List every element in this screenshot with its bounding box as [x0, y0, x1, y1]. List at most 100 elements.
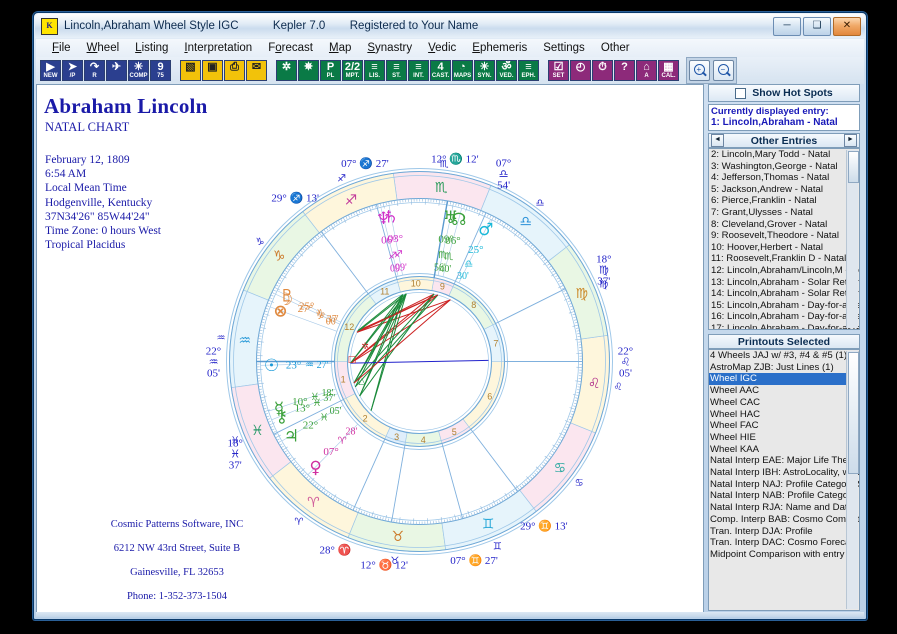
other-entry-item[interactable]: 4: Jefferson,Thomas - Natal [709, 172, 859, 184]
minimize-button[interactable]: ─ [773, 17, 801, 36]
chart-pane[interactable]: Abraham Lincoln NATAL CHART February 12,… [36, 84, 704, 613]
other-entry-item[interactable]: 17: Lincoln,Abraham - Day-for-a-Yea [709, 323, 859, 330]
other-entry-item[interactable]: 3: Washington,George - Natal [709, 161, 859, 173]
menu-item-file[interactable]: File [44, 41, 79, 55]
print-button[interactable]: ⎙ [224, 60, 245, 81]
close-button[interactable]: ✕ [833, 17, 861, 36]
other-entries-next-icon[interactable]: ► [844, 134, 857, 147]
wheel-alt-button[interactable]: ✵ [298, 60, 319, 81]
menu-item-listing[interactable]: Listing [127, 41, 176, 55]
menu-item-synastry[interactable]: Synastry [359, 41, 420, 55]
hot-spots-checkbox[interactable] [735, 88, 746, 99]
email-button[interactable]: ✉ [246, 60, 267, 81]
synastry-button[interactable]: ✳SYN. [474, 60, 495, 81]
numbers-button[interactable]: 975 [150, 60, 171, 81]
listing-button[interactable]: ≡LIS. [364, 60, 385, 81]
menu-item-vedic[interactable]: Vedic [420, 41, 464, 55]
other-entry-item[interactable]: 6: Pierce,Franklin - Natal [709, 195, 859, 207]
wheel-button[interactable]: ✲ [276, 60, 297, 81]
clock-button[interactable]: ◴ [570, 60, 591, 81]
new-chart-button[interactable]: ▶NEW [40, 60, 61, 81]
printouts-list[interactable]: 4 Wheels JAJ w/ #3, #4 & #5 (1) A4AstroM… [708, 349, 860, 611]
interpret-button[interactable]: ≡INT. [408, 60, 429, 81]
forecast-button[interactable]: 4CAST. [430, 60, 451, 81]
menu-item-settings[interactable]: Settings [535, 41, 593, 55]
scrollbar-thumb[interactable] [848, 352, 859, 474]
planet-degree: 25° [468, 244, 483, 256]
printout-item[interactable]: Wheel HIE [709, 432, 859, 444]
other-entries-prev-icon[interactable]: ◄ [711, 134, 724, 147]
other-entry-item[interactable]: 9: Roosevelt,Theodore - Natal [709, 230, 859, 242]
house-number: 4 [421, 435, 426, 445]
save-button[interactable]: ▣ [202, 60, 223, 81]
show-hot-spots-button[interactable]: Show Hot Spots [708, 84, 860, 102]
other-entry-item[interactable]: 14: Lincoln,Abraham - Solar Return [709, 288, 859, 300]
other-entry-item[interactable]: 16: Lincoln,Abraham - Day-for-a-Yea [709, 311, 859, 323]
calendar-button[interactable]: ▦CAL. [658, 60, 679, 81]
other-entry-item[interactable]: 12: Lincoln,Abraham/Lincoln,M - Co [709, 265, 859, 277]
menu-item-ephemeris[interactable]: Ephemeris [464, 41, 535, 55]
printout-item[interactable]: Wheel IGC [709, 373, 859, 385]
house-cusp-line [321, 232, 368, 294]
house-cusp-line [471, 429, 518, 491]
planet-degree: 25° [299, 300, 314, 312]
house-number: 10 [411, 278, 421, 288]
zodiac-sign-glyph: ♋ [554, 461, 567, 477]
printout-item[interactable]: Natal Interp NAJ: Profile Category S [709, 479, 859, 491]
other-entry-item[interactable]: 8: Cleveland,Grover - Natal [709, 219, 859, 231]
strength-button[interactable]: ≡ST. [386, 60, 407, 81]
printout-item[interactable]: Midpoint Comparison with entry 2 [709, 549, 859, 561]
other-entry-item[interactable]: 10: Hoover,Herbert - Natal [709, 242, 859, 254]
house-number: 2 [363, 413, 368, 423]
other-entry-item[interactable]: 13: Lincoln,Abraham - Solar Return [709, 277, 859, 289]
other-entry-item[interactable]: 7: Grant,Ulysses - Natal [709, 207, 859, 219]
composite-button[interactable]: ✳COMP [128, 60, 149, 81]
zoom-out-icon[interactable]: − [713, 60, 734, 81]
midpoint-button[interactable]: 2/2MPT. [342, 60, 363, 81]
progression-button[interactable]: ➤/P [62, 60, 83, 81]
printout-item[interactable]: Wheel HAC [709, 409, 859, 421]
copy-button[interactable]: ▧ [180, 60, 201, 81]
other-entry-item[interactable]: 2: Lincoln,Mary Todd - Natal [709, 149, 859, 161]
time-chart-button[interactable]: ⏱ [592, 60, 613, 81]
other-entry-item[interactable]: 15: Lincoln,Abraham - Day-for-a-Yea [709, 300, 859, 312]
printouts-scrollbar[interactable] [846, 351, 858, 609]
menu-item-forecast[interactable]: Forecast [260, 41, 321, 55]
printout-item[interactable]: Wheel FAC [709, 420, 859, 432]
menu-item-wheel[interactable]: Wheel [79, 41, 128, 55]
printout-item[interactable]: AstroMap ZJB: Just Lines (1) [709, 362, 859, 374]
atlas-button[interactable]: ⌂A [636, 60, 657, 81]
printout-item[interactable]: Wheel KAA [709, 444, 859, 456]
printout-item[interactable]: Natal Interp IBH: AstroLocality, with [709, 467, 859, 479]
maximize-button[interactable]: ❑ [803, 17, 831, 36]
printout-item[interactable]: Comp. Interp BAB: Cosmo Compatib [709, 514, 859, 526]
maps-button[interactable]: ◔MAPS [452, 60, 473, 81]
plot-button[interactable]: PPL [320, 60, 341, 81]
printout-item[interactable]: Wheel CAC [709, 397, 859, 409]
printout-item[interactable]: Tran. Interp DAC: Cosmo Forecast [709, 537, 859, 549]
vedic-button[interactable]: ॐVED. [496, 60, 517, 81]
printout-item[interactable]: Natal Interp NAB: Profile Category S [709, 490, 859, 502]
astrology-wheel[interactable]: △□✲ 123456789101112 ♈♈♉♉♊♊♋♋♌♌♍♍♎♎♏♏♐♐♑♑… [202, 144, 637, 579]
other-entries-scrollbar[interactable] [846, 150, 858, 328]
return-button[interactable]: ↷R [84, 60, 105, 81]
settings-button[interactable]: ☑SET [548, 60, 569, 81]
cusp-degree-label: 07° ♊ 27' [450, 554, 498, 567]
other-entries-list[interactable]: 2: Lincoln,Mary Todd - Natal3: Washingto… [708, 148, 860, 330]
printout-item[interactable]: Natal Interp EAE: Major Life Themes [709, 455, 859, 467]
other-entry-item[interactable]: 5: Jackson,Andrew - Natal [709, 184, 859, 196]
ephemeris-button[interactable]: ≡EPH. [518, 60, 539, 81]
menu-item-interpretation[interactable]: Interpretation [176, 41, 260, 55]
menu-item-other[interactable]: Other [593, 41, 638, 55]
printout-item[interactable]: 4 Wheels JAJ w/ #3, #4 & #5 (1) A4 [709, 350, 859, 362]
zoom-in-icon[interactable]: + [689, 60, 710, 81]
transit-button[interactable]: ✈ [106, 60, 127, 81]
scrollbar-thumb[interactable] [848, 151, 859, 183]
zodiac-sign-glyph: ♑ [273, 248, 286, 264]
printout-item[interactable]: Natal Interp RJA: Name and Date [709, 502, 859, 514]
other-entry-item[interactable]: 11: Roosevelt,Franklin D - Natal [709, 253, 859, 265]
menu-item-map[interactable]: Map [321, 41, 359, 55]
printout-item[interactable]: Tran. Interp DJA: Profile [709, 526, 859, 538]
printout-item[interactable]: Wheel AAC [709, 385, 859, 397]
help-button[interactable]: ? [614, 60, 635, 81]
